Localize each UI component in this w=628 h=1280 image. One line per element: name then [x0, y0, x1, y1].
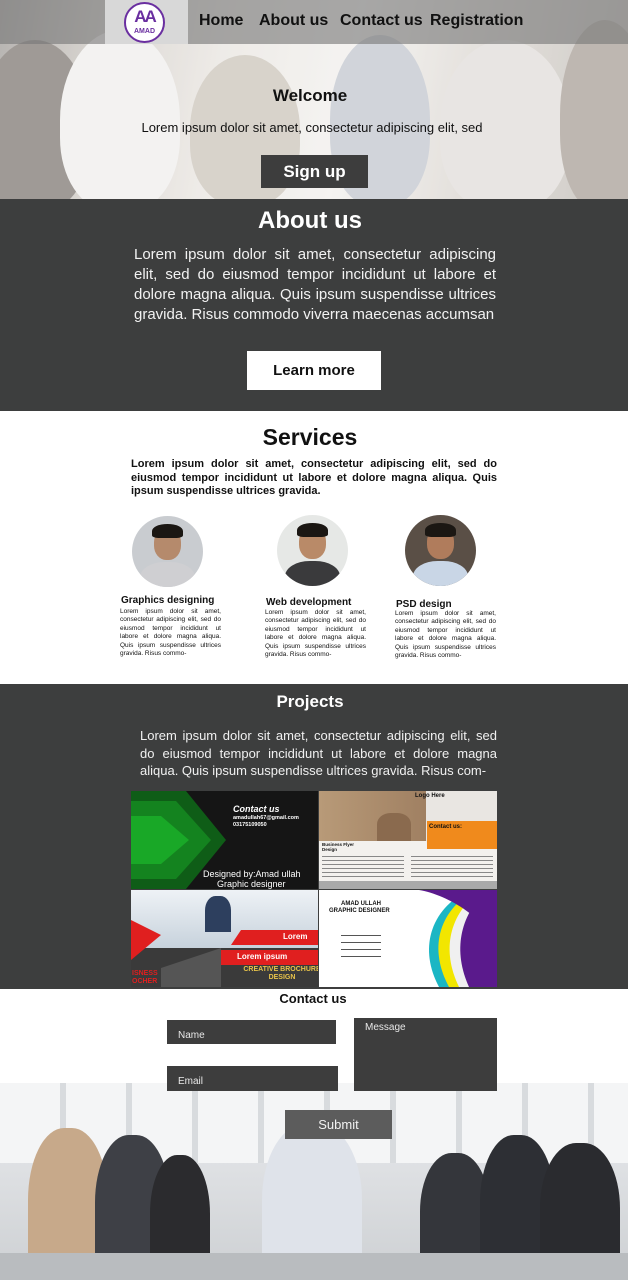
card1-phone: 03175109050 — [233, 822, 267, 828]
email-field[interactable] — [167, 1066, 338, 1091]
card1-role: Graphic designer — [217, 879, 286, 889]
project-card-1[interactable]: Contact us amadullah67@gmail.com 0317510… — [131, 791, 318, 889]
service-avatar-graphics — [132, 516, 203, 587]
service-title-web: Web development — [266, 597, 352, 608]
logo[interactable]: AA AMAD — [105, 0, 188, 44]
submit-button[interactable]: Submit — [285, 1110, 392, 1139]
service-avatar-web — [277, 515, 348, 586]
project-card-2[interactable]: Logo Here Contact us: Business Flyer Des… — [319, 791, 497, 889]
about-section: About us Lorem ipsum dolor sit amet, con… — [0, 199, 628, 411]
service-text-graphics: Lorem ipsum dolor sit amet, consectetur … — [120, 608, 221, 658]
hero-text: Lorem ipsum dolor sit amet, consectetur … — [141, 120, 483, 135]
card2-logo: Logo Here — [415, 793, 445, 799]
project-card-4[interactable]: AMAD ULLAH GRAPHIC DESIGNER — [319, 890, 497, 987]
card3-left: ISNESS OCHER — [132, 970, 158, 985]
nav-link-registration[interactable]: Registration — [430, 12, 523, 30]
card4-name: AMAD ULLAH — [341, 901, 381, 907]
learn-more-button[interactable]: Learn more — [247, 351, 381, 390]
nav-link-about[interactable]: About us — [259, 12, 328, 30]
project-card-3[interactable]: Lorem Lorem ipsum CREATIVE BROCHURE DESI… — [131, 890, 318, 987]
logo-icon: AA AMAD — [124, 2, 165, 43]
card2-contact: Contact us: — [429, 824, 462, 830]
projects-text: Lorem ipsum dolor sit amet, consectetur … — [140, 728, 497, 778]
services-section: Services Lorem ipsum dolor sit amet, con… — [0, 411, 628, 684]
nav-link-home[interactable]: Home — [199, 12, 243, 30]
card1-email: amadullah67@gmail.com — [233, 815, 299, 821]
projects-section: Projects Lorem ipsum dolor sit amet, con… — [0, 684, 628, 989]
contact-title: Contact us — [279, 991, 347, 1006]
service-text-psd: Lorem ipsum dolor sit amet, consectetur … — [395, 610, 496, 660]
services-text: Lorem ipsum dolor sit amet, consectetur … — [131, 458, 497, 497]
card3-banner2: Lorem ipsum — [237, 952, 288, 961]
projects-title: Projects — [276, 692, 344, 711]
navbar: AA AMAD Home About us Contact us Registr… — [0, 0, 628, 44]
service-title-psd: PSD design — [396, 599, 452, 610]
card2-label: Business Flyer Design — [322, 842, 355, 852]
name-field[interactable] — [167, 1020, 336, 1044]
card4-role: GRAPHIC DESIGNER — [329, 908, 390, 914]
card1-heading: Contact us — [233, 804, 280, 814]
service-avatar-psd — [405, 515, 476, 586]
hero-section: AA AMAD Home About us Contact us Registr… — [0, 0, 628, 199]
hero-title: Welcome — [272, 86, 348, 105]
about-text: Lorem ipsum dolor sit amet, consectetur … — [134, 246, 496, 323]
signup-button[interactable]: Sign up — [261, 155, 368, 188]
message-field[interactable] — [354, 1018, 497, 1091]
flyer-photo — [377, 813, 411, 841]
card3-brochure: CREATIVE BROCHURE DESIGN — [243, 966, 318, 981]
nav-link-contact[interactable]: Contact us — [340, 12, 423, 30]
card1-credit: Designed by:Amad ullah — [203, 869, 301, 879]
meeting-table — [0, 1253, 628, 1280]
about-title: About us — [258, 207, 362, 234]
services-title: Services — [262, 424, 358, 450]
card3-banner1: Lorem — [283, 932, 308, 941]
service-title-graphics: Graphics designing — [121, 595, 215, 606]
service-text-web: Lorem ipsum dolor sit amet, consectetur … — [265, 609, 366, 659]
